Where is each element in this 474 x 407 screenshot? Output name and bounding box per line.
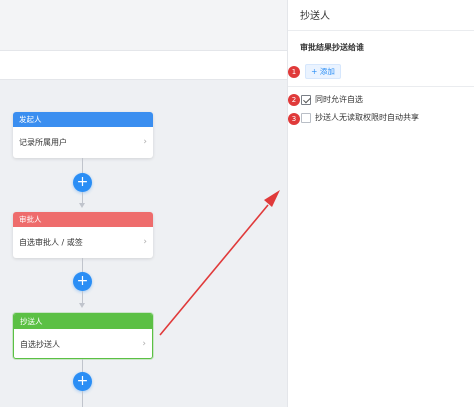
chevron-right-icon: › — [142, 339, 146, 349]
config-panel: 抄送人 审批结果抄送给谁 — [287, 0, 474, 407]
annotation-badge-1: 1 — [288, 66, 300, 78]
connector-line — [82, 359, 83, 372]
node-header: 发起人 — [13, 112, 153, 127]
canvas-top-area — [0, 0, 287, 50]
option-allow-self-select[interactable]: 同时允许自选 — [301, 95, 363, 106]
node-content: 自选抄送人 › — [14, 329, 152, 358]
panel-title: 抄送人 — [300, 11, 330, 22]
chevron-right-icon: › — [143, 237, 147, 247]
node-content: 自选审批人 / 或签 › — [13, 227, 153, 258]
chevron-right-icon: › — [143, 137, 147, 147]
section-label: 审批结果抄送给谁 — [300, 43, 364, 52]
node-content: 记录所属用户 › — [13, 127, 153, 158]
connector-line — [82, 258, 83, 272]
add-cc-button[interactable]: + 添加 — [305, 64, 341, 79]
divider — [288, 30, 474, 31]
flow-node-approver[interactable]: 审批人 自选审批人 / 或签 › — [13, 212, 153, 258]
annotation-badge-3: 3 — [288, 113, 300, 125]
flow-node-cc[interactable]: 抄送人 自选抄送人 › — [13, 313, 153, 359]
connector-line — [82, 158, 83, 173]
node-content-text: 自选审批人 / 或签 — [19, 238, 83, 247]
checkbox-icon[interactable] — [301, 113, 311, 123]
flow-node-initiator[interactable]: 发起人 记录所属用户 › — [13, 112, 153, 158]
add-node-button[interactable]: + — [73, 173, 92, 192]
checkbox-checked-icon[interactable] — [301, 95, 311, 105]
arrow-down-icon — [79, 303, 85, 308]
option-auto-share[interactable]: 抄送人无读取权限时自动共享 — [301, 113, 419, 124]
add-node-button[interactable]: + — [73, 272, 92, 291]
option-label: 抄送人无读取权限时自动共享 — [315, 113, 419, 122]
divider — [288, 86, 474, 87]
arrow-down-icon — [79, 203, 85, 208]
node-header: 抄送人 — [14, 314, 152, 329]
canvas-toolbar — [0, 50, 287, 80]
add-node-button[interactable]: + — [73, 372, 92, 391]
node-header: 审批人 — [13, 212, 153, 227]
annotation-badge-2: 2 — [288, 94, 300, 106]
flow-canvas: 发起人 记录所属用户 › + 审批人 自选审批人 / 或签 › + 抄送人 自选… — [0, 0, 287, 407]
option-label: 同时允许自选 — [315, 95, 363, 104]
node-content-text: 记录所属用户 — [19, 138, 67, 147]
connector-line — [82, 391, 83, 407]
node-content-text: 自选抄送人 — [20, 340, 60, 349]
